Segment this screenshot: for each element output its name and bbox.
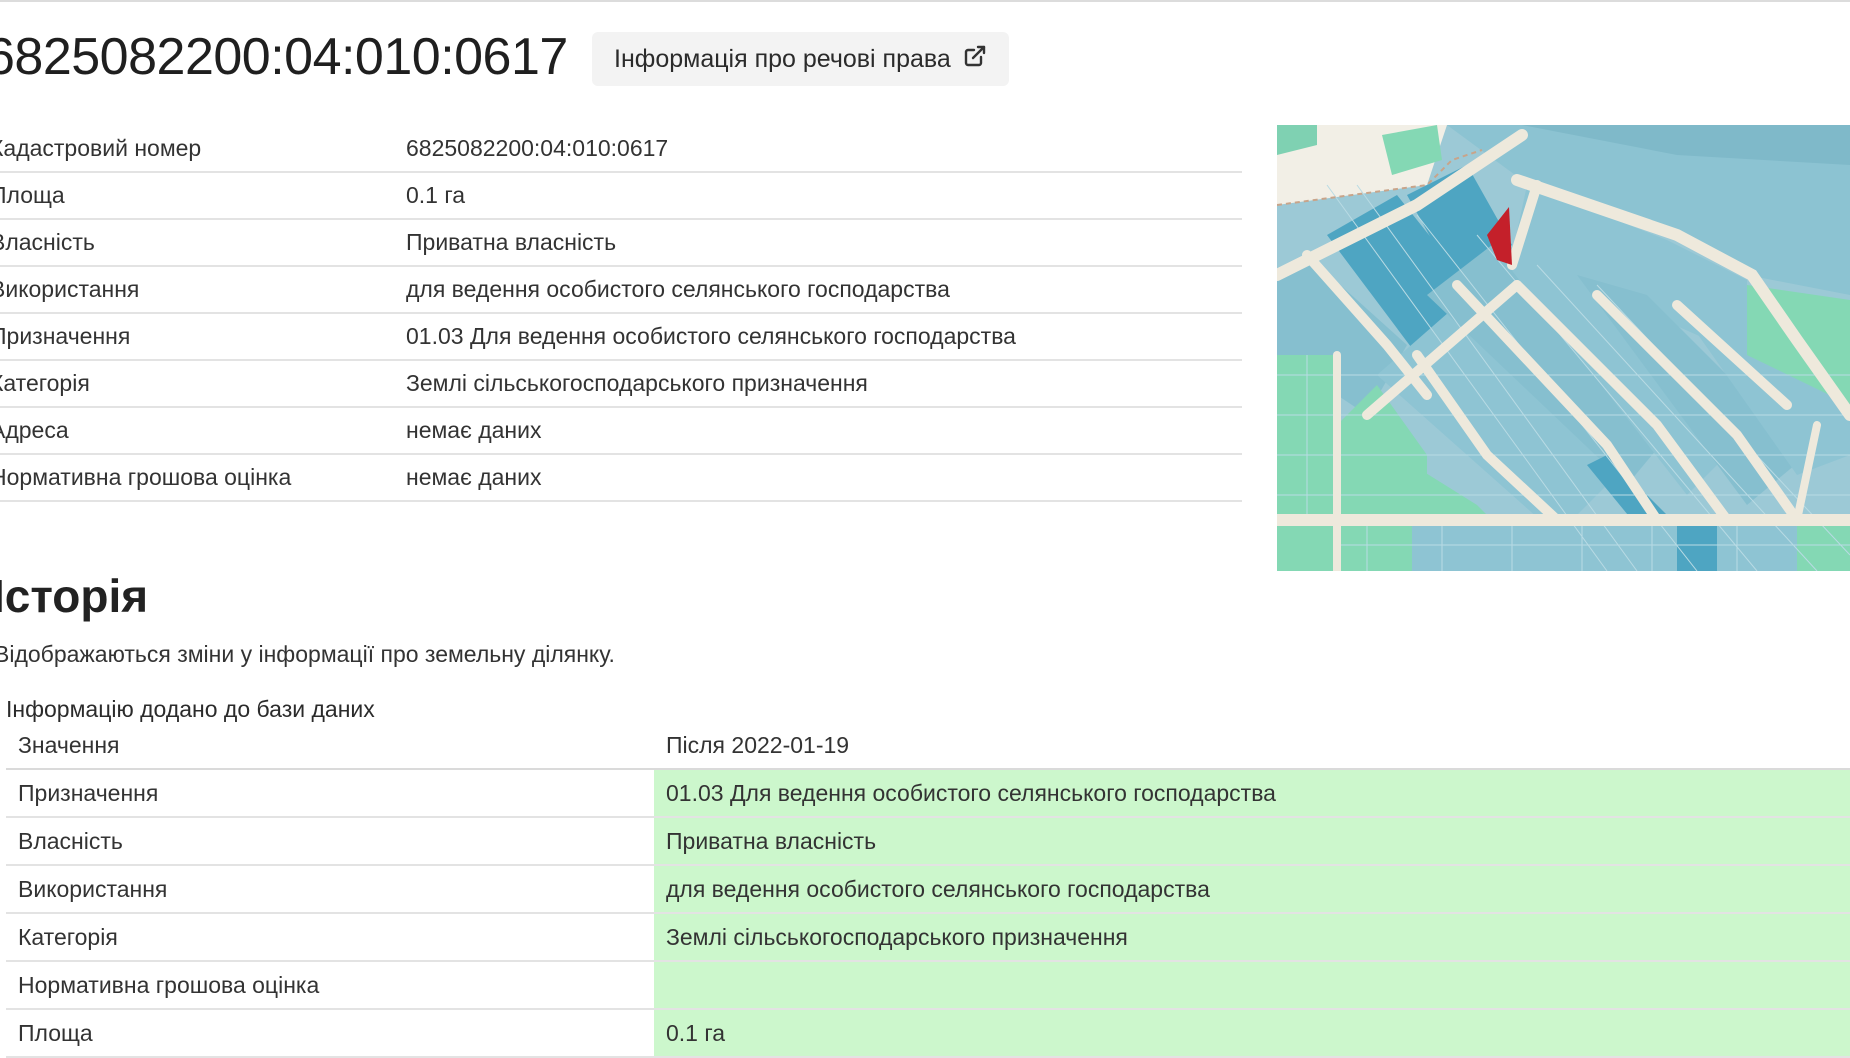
info-label: Власність (0, 229, 95, 255)
history-row-category: Категорія Землі сільськогосподарського п… (6, 914, 1850, 962)
info-value: 01.03 Для ведення особистого селянського… (406, 323, 1016, 349)
info-row-category: Категорія Землі сільськогосподарського п… (0, 361, 1242, 408)
history-subtitle: Відображаються зміни у інформації про зе… (0, 641, 615, 667)
info-row-address: Адреса немає даних (0, 408, 1242, 455)
history-row-purpose: Призначення 01.03 Для ведення особистого… (6, 770, 1850, 818)
history-value: 01.03 Для ведення особистого селянського… (654, 770, 1850, 816)
page-title: 6825082200:04:010:0617 (0, 28, 568, 86)
parcel-map[interactable] (1277, 125, 1850, 571)
info-label: Призначення (0, 323, 131, 349)
info-row-usage: Використання для ведення особистого селя… (0, 267, 1242, 314)
info-row-purpose: Призначення 01.03 Для ведення особистого… (0, 314, 1242, 361)
history-table-header: Значення Після 2022-01-19 (6, 722, 1850, 770)
external-link-icon (963, 44, 987, 75)
history-label: Використання (18, 875, 168, 902)
history-label: Категорія (18, 923, 118, 950)
top-divider (0, 0, 1850, 2)
info-label: Категорія (0, 370, 90, 396)
info-value: 6825082200:04:010:0617 (406, 135, 669, 161)
history-label: Нормативна грошова оцінка (18, 971, 320, 998)
history-title: Історія (0, 570, 149, 622)
history-group-title: Інформацію додано до бази даних (6, 696, 375, 722)
info-label: Кадастровий номер (0, 135, 202, 161)
info-row-area: Площа 0.1 га (0, 173, 1242, 220)
property-rights-button[interactable]: Інформація про речові права (592, 32, 1009, 86)
property-rights-button-label: Інформація про речові права (614, 44, 951, 73)
info-label: Адреса (0, 417, 69, 443)
history-value (654, 962, 1850, 1008)
history-value: 0.1 га (654, 1010, 1850, 1056)
info-value: для ведення особистого селянського госпо… (406, 276, 950, 302)
history-label: Площа (18, 1019, 93, 1046)
history-label: Призначення (18, 779, 159, 806)
parcel-info-table: Кадастровий номер 6825082200:04:010:0617… (0, 126, 1242, 502)
history-header-value: Після 2022-01-19 (666, 731, 850, 758)
info-value: 0.1 га (406, 182, 466, 208)
info-label: Використання (0, 276, 140, 302)
info-value: немає даних (406, 464, 542, 490)
history-value: Землі сільськогосподарського призначення (654, 914, 1850, 960)
info-row-cadastral-number: Кадастровий номер 6825082200:04:010:0617 (0, 126, 1242, 173)
info-label: Площа (0, 182, 65, 208)
info-value: Землі сільськогосподарського призначення (406, 370, 868, 396)
info-row-normative-valuation: Нормативна грошова оцінка немає даних (0, 455, 1242, 502)
history-row-area: Площа 0.1 га (6, 1010, 1850, 1058)
info-label: Нормативна грошова оцінка (0, 464, 292, 490)
history-header-label: Значення (18, 731, 120, 758)
info-value: немає даних (406, 417, 542, 443)
history-row-normative-valuation: Нормативна грошова оцінка (6, 962, 1850, 1010)
info-row-ownership: Власність Приватна власність (0, 220, 1242, 267)
history-label: Власність (18, 827, 123, 854)
history-row-usage: Використання для ведення особистого селя… (6, 866, 1850, 914)
history-value: для ведення особистого селянського госпо… (654, 866, 1850, 912)
info-value: Приватна власність (406, 229, 617, 255)
history-table: Значення Після 2022-01-19 Призначення 01… (6, 722, 1850, 1058)
history-value: Приватна власність (654, 818, 1850, 864)
history-row-ownership: Власність Приватна власність (6, 818, 1850, 866)
